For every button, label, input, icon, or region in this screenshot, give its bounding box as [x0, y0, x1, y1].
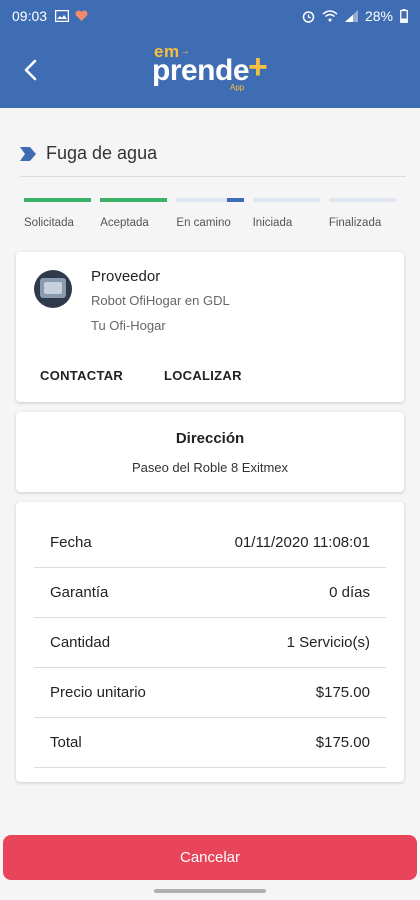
battery-icon	[400, 9, 408, 23]
detail-value: 0 días	[329, 584, 370, 601]
address-card: Dirección Paseo del Roble 8 Exitmex	[16, 412, 404, 492]
step-label: Iniciada	[252, 217, 293, 229]
back-arrow-icon	[24, 59, 37, 81]
app-logo: em → prende + App	[152, 42, 272, 102]
step-label: Finalizada	[328, 217, 382, 229]
step-aceptada: Aceptada	[100, 198, 168, 229]
detail-row-garantia: Garantía 0 días	[34, 568, 386, 618]
chevron-tag-icon	[20, 146, 36, 161]
step-finalizada: Finalizada	[328, 198, 397, 229]
step-label: Aceptada	[100, 217, 149, 229]
alarm-icon	[302, 10, 315, 23]
step-bar	[176, 198, 244, 202]
provider-name: Robot OfiHogar en GDL	[91, 293, 230, 308]
status-bar: 09:03 28%	[0, 0, 420, 32]
provider-heading: Proveedor	[91, 268, 161, 285]
step-label: Solicitada	[24, 217, 74, 229]
detail-label: Precio unitario	[50, 684, 146, 701]
step-bar	[252, 198, 320, 202]
step-label: En camino	[176, 217, 231, 229]
signal-icon	[344, 10, 358, 22]
detail-value: $175.00	[315, 684, 370, 701]
status-time: 09:03	[12, 8, 48, 24]
home-gesture-handle[interactable]	[154, 889, 266, 893]
app-bar: em → prende + App	[0, 32, 420, 108]
detail-label: Cantidad	[50, 634, 111, 651]
wifi-icon	[322, 10, 338, 22]
logo-sub-text: App	[230, 83, 245, 92]
locate-button[interactable]: LOCALIZAR	[164, 368, 242, 383]
contact-button[interactable]: CONTACTAR	[40, 368, 123, 383]
battery-percent: 28%	[364, 8, 393, 24]
detail-value: $175.00	[315, 734, 370, 751]
step-solicitada: Solicitada	[24, 198, 92, 229]
heart-icon	[75, 10, 88, 21]
detail-value: 01/11/2020 11:08:01	[234, 534, 370, 551]
logo-plus: +	[248, 48, 268, 86]
step-bar	[328, 198, 397, 202]
status-icons-left	[55, 10, 88, 22]
avatar	[34, 270, 72, 308]
step-bar	[100, 198, 168, 202]
progress-steps: Solicitada Aceptada En camino Iniciada F…	[24, 198, 397, 229]
service-title-text: Fuga de agua	[46, 143, 158, 163]
detail-label: Total	[50, 734, 82, 751]
detail-label: Garantía	[50, 584, 109, 601]
back-button[interactable]	[12, 52, 48, 88]
address-value: Paseo del Roble 8 Exitmex	[131, 460, 289, 475]
detail-label: Fecha	[50, 534, 92, 551]
status-icons-right: 28%	[302, 8, 408, 24]
detail-row-fecha: Fecha 01/11/2020 11:08:01	[34, 518, 386, 568]
provider-business: Tu Ofi-Hogar	[91, 318, 166, 333]
step-en-camino: En camino	[176, 198, 244, 229]
divider	[20, 176, 406, 177]
image-icon	[55, 10, 70, 22]
service-title: Fuga de agua	[20, 143, 157, 164]
cancel-button[interactable]: Cancelar	[3, 835, 417, 880]
step-bar	[24, 198, 92, 202]
detail-row-total: Total $175.00	[34, 718, 386, 768]
detail-row-cantidad: Cantidad 1 Servicio(s)	[34, 618, 386, 668]
detail-value: 1 Servicio(s)	[286, 634, 370, 651]
system-nav-bar	[0, 880, 420, 900]
page-content: Fuga de agua Solicitada Aceptada En cami…	[0, 108, 420, 836]
detail-row-precio: Precio unitario $175.00	[34, 668, 386, 718]
address-heading: Dirección	[175, 430, 245, 447]
details-card: Fecha 01/11/2020 11:08:01 Garantía 0 día…	[16, 502, 404, 782]
step-iniciada: Iniciada	[252, 198, 320, 229]
provider-card: Proveedor Robot OfiHogar en GDL Tu Ofi-H…	[16, 252, 404, 402]
